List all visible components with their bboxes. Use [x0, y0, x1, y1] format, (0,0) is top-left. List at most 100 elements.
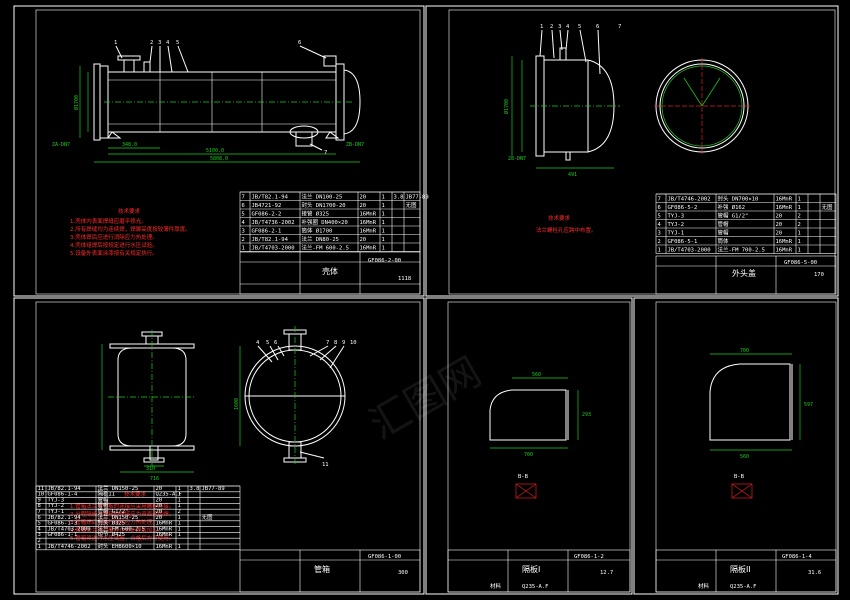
sheet2-balloons: 1 2 3 4 5 6 7 [540, 24, 621, 30]
sheet5-baffle-drawing [709, 353, 801, 499]
sheet1-title-block: 壳体 GF086-2-00 1118 [239, 251, 421, 295]
bom-cell: 6 [242, 203, 245, 209]
sheet5-title: 隔板II [730, 564, 751, 574]
bom-cell: 1 [798, 205, 801, 211]
s3-dim-1600: 1600 [234, 398, 240, 410]
bom-cell: JB77-89 [202, 486, 225, 492]
bom-cell: 接管 Ø325 [302, 210, 330, 218]
bom-cell: 16MnR [776, 197, 793, 203]
sheet1-note-4: 4.壳体组焊后按规定进行水压试验。 [70, 241, 158, 249]
nozzle-left-label: ZA-DN7 [52, 142, 70, 148]
sheet3-code: GF086-1-00 [368, 554, 401, 560]
s4-section-label: B-B [518, 474, 529, 480]
bom-cell: 20 [360, 195, 367, 201]
bom-cell: 16MnR [360, 212, 377, 218]
dim-348: 348.0 [122, 142, 137, 148]
sheet5-code: GF086-1-4 [782, 554, 812, 560]
bom-cell: 5 [658, 214, 661, 220]
bom-cell: 无图 [202, 513, 214, 521]
sheet2-notes: 技术要求 法兰螺栓孔应跨中布置。 [536, 214, 597, 234]
bom-cell: 管帽 [98, 495, 110, 503]
bom-cell: 1 [798, 239, 801, 245]
bom-cell: 管帽 G1/2" [98, 507, 129, 515]
sheet4-material: Q235-A.F [522, 584, 549, 590]
s5-dim-597: 597 [804, 402, 813, 408]
s4-dim-700: 700 [524, 452, 533, 458]
sheet2-notes-title: 技术要求 [548, 214, 571, 222]
bom-cell: 3.8 [394, 195, 404, 201]
s2-balloon-2: 2 [550, 24, 553, 30]
bom-cell: 法兰 DN80-25 [302, 235, 340, 243]
sheet5-mass: 31.6 [808, 570, 821, 576]
bom-cell: 1 [178, 544, 181, 550]
bom-cell: 补强圈 DN400×20 [302, 218, 348, 226]
bom-cell: JB/T4746-2002 [48, 544, 91, 550]
sheet3-title-block: 管箱 GF086-1-00 300 [239, 549, 421, 593]
bom-cell: 法兰-FM 600-2.5 [98, 524, 145, 532]
bom-cell: 1 [382, 237, 385, 243]
bom-cell: GF086-2-2 [252, 212, 282, 218]
bom-cell: JB4721-92 [252, 203, 282, 209]
bom-cell: 筒体 Ø1700 [302, 227, 333, 235]
sheet1-notes: 技术要求 1.壳体内表面焊缝应磨平修光。 2.所有焊缝均为连续焊，焊脚高度按较薄… [70, 207, 191, 257]
bom-cell: 1 [798, 248, 801, 254]
sheet3-title: 管箱 [314, 564, 330, 574]
bom-cell: 法兰 DN100-25 [302, 193, 343, 201]
sheet3-channel-drawing [101, 326, 346, 473]
bom-cell: 3.8 [190, 486, 200, 492]
bom-cell: 16MnR [360, 220, 377, 226]
sheet1-note-5: 5.设备外表面涂漆按有关规定执行。 [70, 249, 158, 257]
bom-cell: 1 [382, 212, 385, 218]
s3-balloon-5: 5 [266, 340, 269, 346]
s2-dim-491: 491 [568, 172, 577, 178]
bom-cell: 无图 [406, 201, 418, 209]
bom-cell: TYJ-3 [668, 214, 685, 220]
sheet2-head-drawing [511, 29, 750, 169]
bom-cell: 法兰-FM 600-2.5 [302, 244, 349, 252]
s2-balloon-7: 7 [618, 24, 621, 30]
sheet2-note-1: 法兰螺栓孔应跨中布置。 [536, 226, 597, 234]
s5-dim-700: 700 [740, 348, 749, 354]
bom-cell: 封头 DN700×10 [718, 195, 759, 203]
sheet1-dimensions: 348.0 5100.0 5808.0 ZA-DN7 ZB-DN7 Ø1700 [52, 95, 364, 162]
s3-balloon-11: 11 [322, 462, 329, 468]
sheet4-code: GF086-1-2 [574, 554, 604, 560]
s3-dim-310: 310 [146, 466, 155, 472]
dim-1700: Ø1700 [73, 95, 80, 110]
bom-cell: 1 [38, 544, 41, 550]
s2-dim-28: 28-DN7 [508, 156, 526, 162]
bom-cell: 20 [776, 231, 783, 237]
s2-balloon-6: 6 [596, 24, 599, 30]
sheet2-title: 外头盖 [732, 268, 756, 278]
s3-balloon-6: 6 [274, 340, 277, 346]
sheet1-note-2: 2.所有焊缝均为连续焊，焊脚高度按较薄件厚度。 [70, 225, 191, 233]
bom-cell: TYJ-2 [668, 222, 685, 228]
s2-balloon-1: 1 [540, 24, 543, 30]
bom-cell: 法兰 DN150-25 [98, 484, 139, 492]
bom-cell: JB/T4703-2000 [252, 246, 295, 252]
bom-cell: 20 [776, 222, 783, 228]
bom-cell: 16MnR [360, 229, 377, 235]
bom-cell: JB77-89 [406, 195, 429, 201]
bom-cell: 补强 Ø162 [718, 203, 746, 211]
bom-cell: 2 [798, 222, 801, 228]
bom-cell: 3 [658, 231, 661, 237]
sheet3-mass: 300 [398, 570, 408, 576]
balloon-4: 4 [166, 40, 170, 46]
sheet4-dimensions: 560 700 293 B-B [518, 372, 591, 480]
bom-cell: 2 [798, 214, 801, 220]
bom-cell: 3 [242, 229, 245, 235]
bom-cell: 20 [776, 214, 783, 220]
bom-cell: 1 [382, 229, 385, 235]
bom-cell: 4 [242, 220, 246, 226]
balloon-2: 2 [150, 40, 153, 46]
bom-cell: 4 [658, 222, 662, 228]
bom-cell: 管帽 G1/2" [718, 212, 749, 220]
bom-cell: 1 [798, 231, 801, 237]
bom-cell: 5 [242, 212, 245, 218]
sheet2-dimensions: 491 Ø1700 28-DN7 [503, 99, 577, 178]
bom-cell: 16MnR [156, 544, 173, 550]
sheet2-code: GF086-5-00 [784, 260, 817, 266]
bom-cell: GF086-5-1 [668, 239, 698, 245]
sheet4-mass: 12.7 [600, 570, 613, 576]
